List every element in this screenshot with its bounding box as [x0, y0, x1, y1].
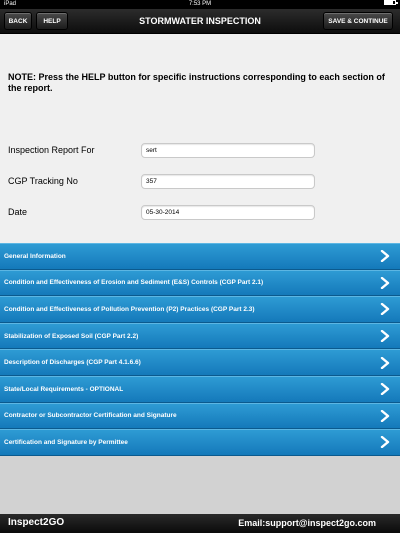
report-for-input[interactable]: [141, 143, 315, 158]
chevron-right-icon: [380, 409, 390, 422]
section-exposed-soil[interactable]: Stabilization of Exposed Soil (CGP Part …: [0, 322, 400, 350]
navigation-bar: BACK HELP STORMWATER INSPECTION SAVE & C…: [0, 9, 400, 34]
chevron-right-icon: [380, 276, 390, 289]
section-general-information[interactable]: General Information: [0, 243, 400, 270]
clock: 7:53 PM: [188, 1, 212, 7]
section-label: Stabilization of Exposed Soil (CGP Part …: [4, 332, 139, 340]
battery-indicator: [384, 0, 398, 5]
footer-bar: Inspect2GO Email:support@inspect2go.com: [0, 514, 400, 533]
section-label: Condition and Effectiveness of Pollution…: [4, 305, 255, 313]
main-content: NOTE: Press the HELP button for specific…: [0, 34, 400, 533]
battery-icon: [384, 0, 398, 5]
report-for-label: Inspection Report For: [8, 145, 95, 155]
section-discharges[interactable]: Description of Discharges (CGP Part 4.1.…: [0, 349, 400, 376]
chevron-right-icon: [380, 383, 390, 396]
section-p2-practices[interactable]: Condition and Effectiveness of Pollution…: [0, 296, 400, 323]
section-list: General Information Condition and Effect…: [0, 243, 400, 456]
date-input[interactable]: [141, 205, 315, 220]
section-permittee-certification[interactable]: Certification and Signature by Permittee: [0, 429, 400, 456]
support-email: Email:support@inspect2go.com: [238, 518, 376, 528]
inspection-form: Inspection Report For CGP Tracking No Da…: [0, 141, 400, 234]
form-spacer: [0, 234, 400, 243]
inspect2go-logo: Inspect2GO: [8, 517, 65, 528]
section-label: State/Local Requirements - OPTIONAL: [4, 385, 124, 393]
cgp-tracking-label: CGP Tracking No: [8, 176, 78, 186]
section-label: Certification and Signature by Permittee: [4, 438, 128, 446]
section-label: Condition and Effectiveness of Erosion a…: [4, 279, 264, 287]
back-button[interactable]: BACK: [4, 12, 32, 30]
chevron-right-icon: [380, 356, 390, 369]
section-label: Description of Discharges (CGP Part 4.1.…: [4, 359, 141, 367]
section-es-controls[interactable]: Condition and Effectiveness of Erosion a…: [0, 269, 400, 297]
chevron-right-icon: [380, 436, 390, 449]
section-state-local[interactable]: State/Local Requirements - OPTIONAL: [0, 375, 400, 403]
section-label: General Information: [4, 252, 66, 260]
battery-fill: [385, 1, 393, 4]
chevron-right-icon: [380, 250, 390, 263]
carrier-label: iPad: [4, 1, 17, 7]
section-label: Contractor or Subcontractor Certificatio…: [4, 412, 177, 420]
help-note: NOTE: Press the HELP button for specific…: [0, 34, 400, 141]
help-button[interactable]: HELP: [36, 12, 68, 30]
chevron-right-icon: [380, 303, 390, 316]
form-row-report-for: Inspection Report For: [0, 141, 400, 172]
status-bar: iPad 7:53 PM: [0, 0, 400, 9]
section-contractor-certification[interactable]: Contractor or Subcontractor Certificatio…: [0, 402, 400, 430]
cgp-tracking-input[interactable]: [141, 174, 315, 189]
chevron-right-icon: [380, 330, 390, 343]
form-row-date: Date: [0, 203, 400, 234]
date-label: Date: [8, 207, 28, 217]
form-row-cgp-tracking: CGP Tracking No: [0, 172, 400, 203]
save-continue-button[interactable]: SAVE & CONTINUE: [323, 12, 393, 30]
